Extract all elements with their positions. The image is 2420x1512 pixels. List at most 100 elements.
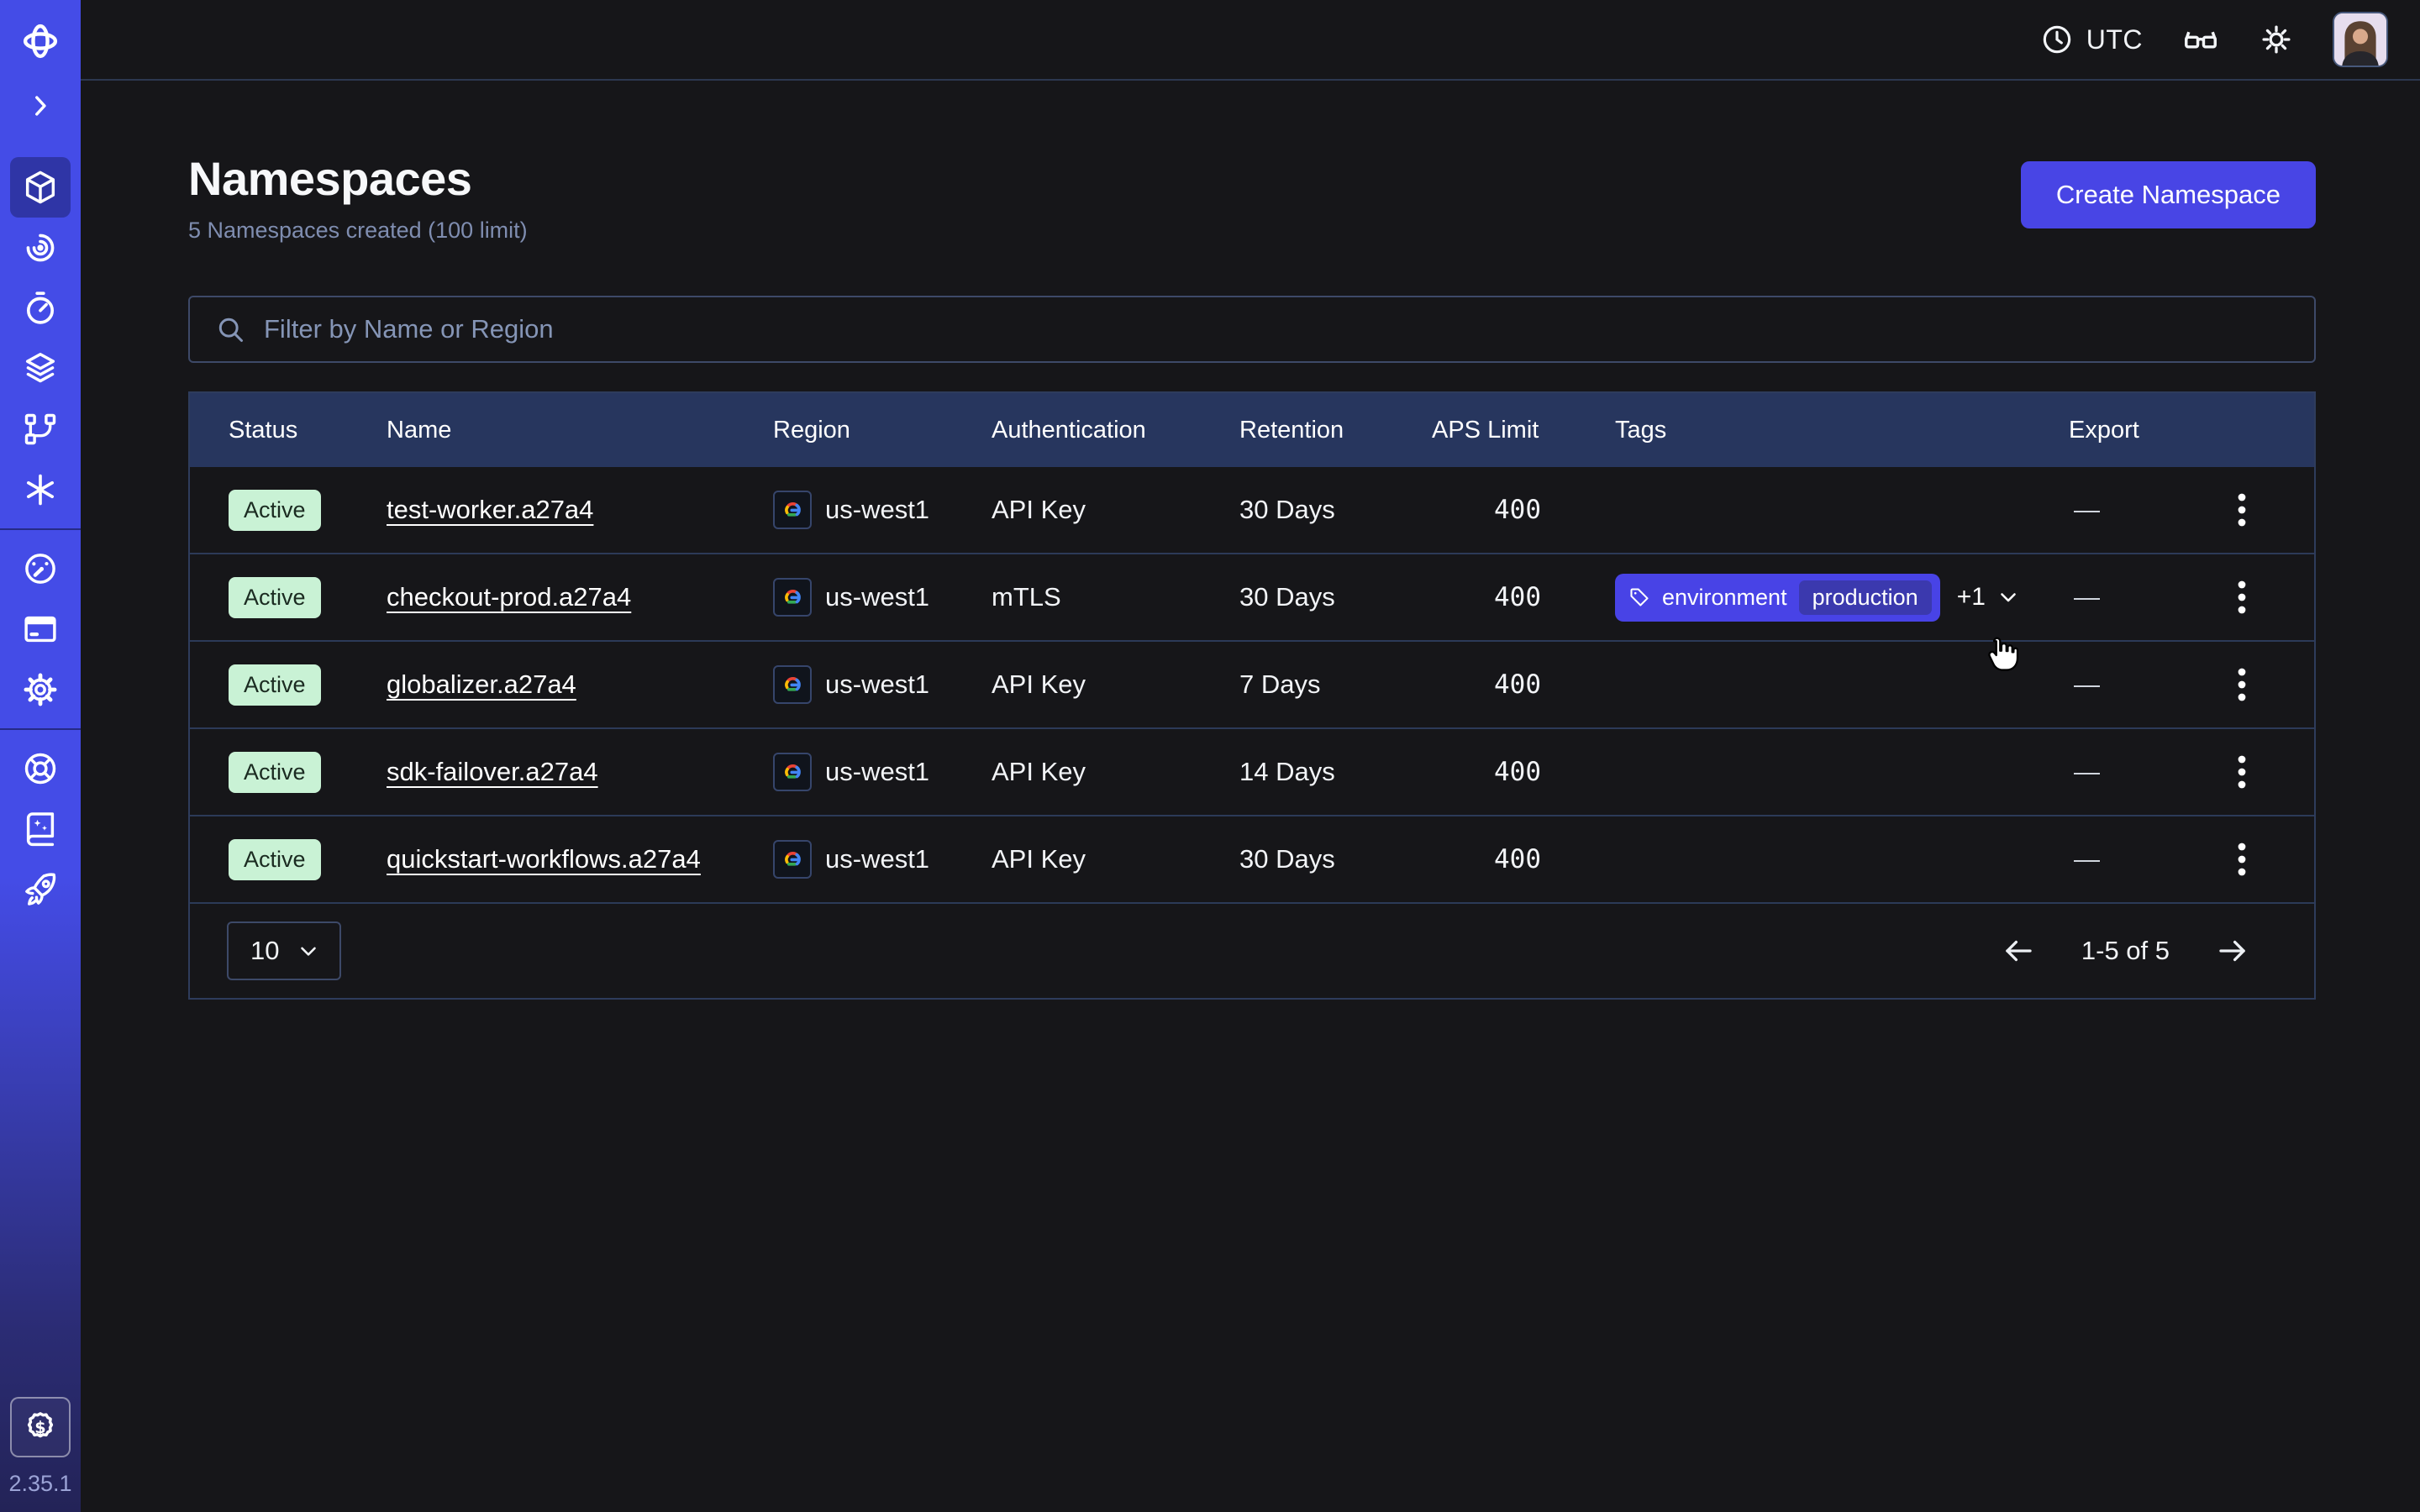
auth-label: API Key <box>992 757 1239 787</box>
auth-label: API Key <box>992 844 1239 874</box>
namespace-link[interactable]: checkout-prod.a27a4 <box>387 582 631 612</box>
layers-icon <box>21 349 60 388</box>
search-icon <box>215 314 245 344</box>
gcp-cloud-icon <box>773 578 812 617</box>
namespace-link[interactable]: test-worker.a27a4 <box>387 495 593 524</box>
row-menu-kebab-icon[interactable] <box>2222 572 2262 622</box>
spiral-icon <box>21 228 60 267</box>
page-subtitle: 5 Namespaces created (100 limit) <box>188 218 528 244</box>
status-badge: Active <box>229 490 321 531</box>
badge-dollar-icon: $ <box>22 1409 59 1446</box>
filter-search-input[interactable] <box>264 314 2289 344</box>
namespaces-table: Status Name Region Authentication Retent… <box>188 391 2316 1000</box>
pager: 1-5 of 5 <box>2001 933 2250 969</box>
labs-toggle[interactable] <box>2181 20 2220 59</box>
topbar: UTC <box>81 0 2420 81</box>
theme-toggle[interactable] <box>2259 22 2294 57</box>
table-row: Active checkout-prod.a27a4 us-west1 mTLS <box>190 554 2314 642</box>
next-page-arrow-icon[interactable] <box>2215 933 2250 969</box>
page-title: Namespaces <box>188 151 528 206</box>
avatar[interactable] <box>2333 12 2388 67</box>
prev-page-arrow-icon[interactable] <box>2001 933 2036 969</box>
export-value: — <box>2069 669 2100 700</box>
sidebar-item-credits[interactable]: $ <box>10 1397 71 1457</box>
book-icon <box>21 810 60 848</box>
region-label: us-west1 <box>825 582 929 612</box>
sidebar-expand-chevron-icon[interactable] <box>20 87 60 124</box>
sidebar-item-batch-operations[interactable] <box>10 399 71 459</box>
retention-label: 14 Days <box>1239 757 1432 787</box>
table-row: Active test-worker.a27a4 us-west1 API Ke… <box>190 467 2314 554</box>
timezone-selector[interactable]: UTC <box>2040 23 2143 56</box>
gcp-cloud-icon <box>773 753 812 791</box>
region-label: us-west1 <box>825 495 929 525</box>
filter-search <box>188 296 2316 363</box>
retention-label: 30 Days <box>1239 582 1432 612</box>
table-row: Active sdk-failover.a27a4 us-west1 API K… <box>190 729 2314 816</box>
namespace-link[interactable]: globalizer.a27a4 <box>387 669 576 699</box>
auth-label: API Key <box>992 495 1239 525</box>
row-menu-kebab-icon[interactable] <box>2222 834 2262 885</box>
auth-label: API Key <box>992 669 1239 700</box>
status-badge: Active <box>229 577 321 618</box>
tag-value: production <box>1799 580 1932 615</box>
sidebar-item-docs[interactable] <box>10 799 71 859</box>
table-row: Active quickstart-workflows.a27a4 us-wes… <box>190 816 2314 904</box>
col-export: Export <box>2069 417 2314 444</box>
row-menu-kebab-icon[interactable] <box>2222 747 2262 797</box>
retention-label: 30 Days <box>1239 844 1432 874</box>
main-content: Namespaces 5 Namespaces created (100 lim… <box>81 81 2420 1512</box>
sidebar-item-getting-started[interactable] <box>10 859 71 920</box>
page-size-select[interactable]: 10 <box>227 921 341 980</box>
retention-label: 7 Days <box>1239 669 1432 700</box>
namespace-link[interactable]: sdk-failover.a27a4 <box>387 757 598 786</box>
tags-cell: environment production +1 <box>1615 574 2069 622</box>
gcp-cloud-icon <box>773 491 812 529</box>
sidebar-item-workflows[interactable] <box>10 218 71 278</box>
col-authentication: Authentication <box>992 417 1239 444</box>
row-menu-kebab-icon[interactable] <box>2222 659 2262 710</box>
aps-limit-value: 400 <box>1432 582 1615 612</box>
aps-limit-value: 400 <box>1432 495 1615 525</box>
gcp-cloud-icon <box>773 665 812 704</box>
sidebar: $ 2.35.1 <box>0 0 81 1512</box>
sidebar-divider <box>0 728 81 730</box>
region-label: us-west1 <box>825 844 929 874</box>
clock-icon <box>2040 23 2074 56</box>
auth-label: mTLS <box>992 582 1239 612</box>
aps-limit-value: 400 <box>1432 844 1615 874</box>
branch-icon <box>21 410 60 449</box>
gear-icon <box>21 670 60 709</box>
glasses-icon <box>2181 20 2220 59</box>
lifebuoy-icon <box>21 749 60 788</box>
sidebar-item-deployments[interactable] <box>10 339 71 399</box>
status-badge: Active <box>229 752 321 793</box>
tags-expander[interactable]: +1 <box>1957 583 2021 612</box>
app-version: 2.35.1 <box>8 1471 71 1497</box>
sidebar-item-usage[interactable] <box>10 538 71 599</box>
namespace-link[interactable]: quickstart-workflows.a27a4 <box>387 844 701 874</box>
aps-limit-value: 400 <box>1432 669 1615 700</box>
row-menu-kebab-icon[interactable] <box>2222 485 2262 535</box>
sidebar-item-settings[interactable] <box>10 659 71 720</box>
timer-icon <box>21 289 60 328</box>
asterisk-icon <box>21 470 60 509</box>
page-header: Namespaces 5 Namespaces created (100 lim… <box>188 151 2316 244</box>
sidebar-item-billing[interactable] <box>10 599 71 659</box>
col-name: Name <box>387 417 773 444</box>
sidebar-item-nexus[interactable] <box>10 459 71 520</box>
col-tags: Tags <box>1615 417 2069 444</box>
cube-icon <box>21 168 60 207</box>
tag-pill[interactable]: environment production <box>1615 574 1940 622</box>
sidebar-item-schedules[interactable] <box>10 278 71 339</box>
sidebar-item-namespaces[interactable] <box>10 157 71 218</box>
export-value: — <box>2069 495 2100 525</box>
create-namespace-button[interactable]: Create Namespace <box>2021 161 2316 228</box>
sidebar-item-support[interactable] <box>10 738 71 799</box>
region-label: us-west1 <box>825 757 929 787</box>
card-icon <box>21 610 60 648</box>
sidebar-nav-primary <box>10 157 71 520</box>
sidebar-nav-help <box>10 738 71 920</box>
gcp-cloud-icon <box>773 840 812 879</box>
temporal-logo-icon[interactable] <box>19 20 61 62</box>
